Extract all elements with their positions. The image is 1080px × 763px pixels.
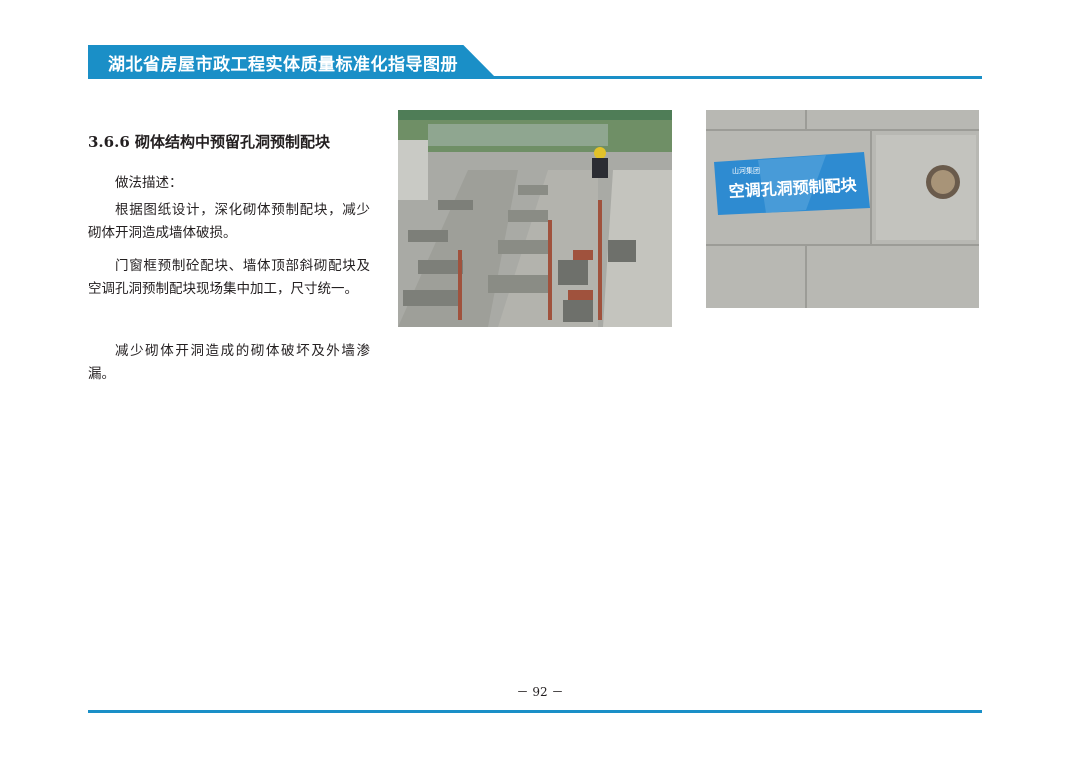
photo-precast-workshop (398, 110, 672, 327)
paragraph-1: 根据图纸设计，深化砌体预制配块，减少砌体开洞造成墙体破损。 (88, 202, 370, 241)
photo-aircon-hole-block: 山河集团 空调孔洞预制配块 (706, 110, 979, 308)
paragraph-label: 做法描述： (115, 175, 183, 191)
header-rule (88, 76, 982, 79)
section-title: 3.6.6 砌体结构中预留孔洞预制配块 (88, 133, 330, 151)
page-number: － 92 － (516, 685, 564, 699)
sign-brand-text: 山河集团 (732, 167, 760, 175)
paragraph-3: 减少砌体开洞造成的砌体破坏及外墙渗漏。 (88, 343, 370, 382)
paragraph-2: 门窗框预制砼配块、墙体顶部斜砌配块及空调孔洞预制配块现场集中加工，尺寸统一。 (88, 258, 370, 297)
header-title: 湖北省房屋市政工程实体质量标准化指导图册 (108, 55, 458, 75)
footer-rule (88, 710, 982, 713)
